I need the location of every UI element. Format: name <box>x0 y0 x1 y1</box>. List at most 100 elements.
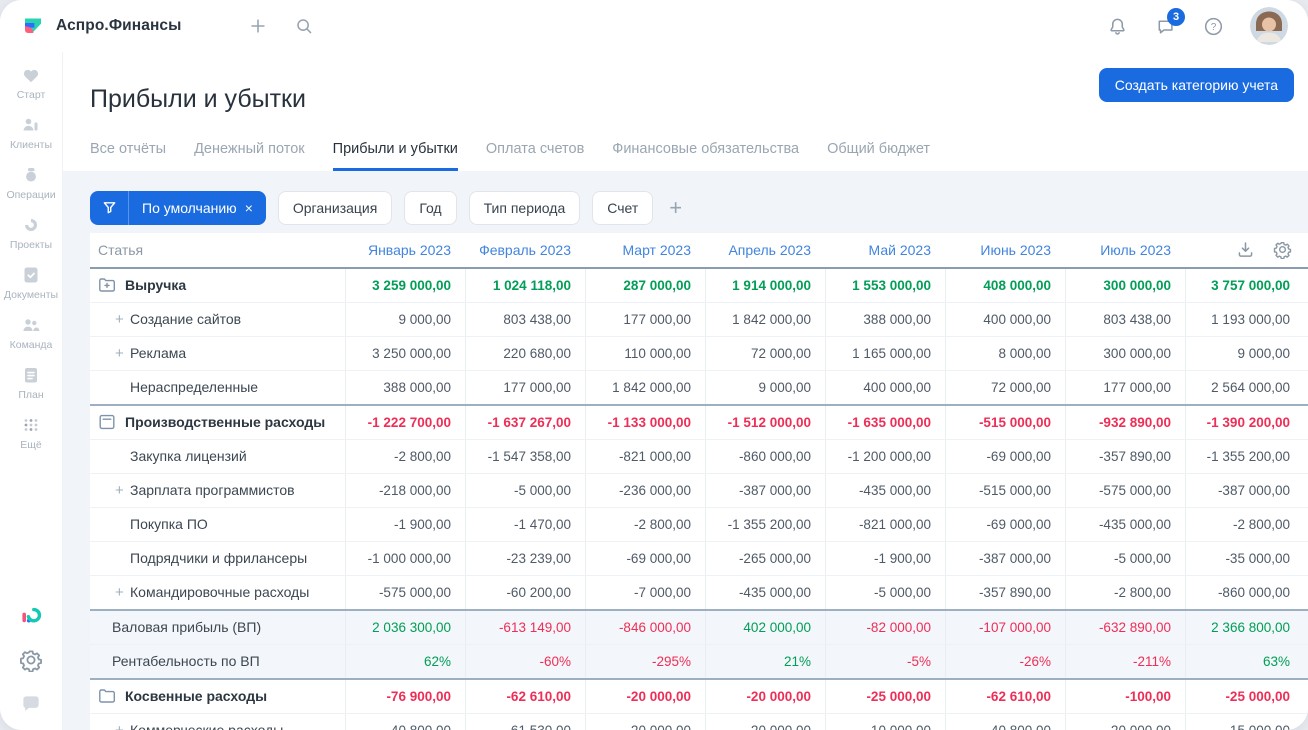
value-cell: -357 890,00 <box>1065 439 1185 473</box>
row-label-cell[interactable]: Покупка ПО <box>90 508 345 541</box>
row-label: Покупка ПО <box>130 516 208 532</box>
row-label-cell[interactable]: + Создание сайтов <box>90 303 345 336</box>
row-label-cell[interactable]: Закупка лицензий <box>90 440 345 473</box>
row-label-cell[interactable]: + Зарплата программистов <box>90 474 345 507</box>
expand-icon[interactable]: + <box>115 722 124 730</box>
row-label-cell[interactable]: Рентабельность по ВП <box>90 645 345 678</box>
add-filter-icon[interactable]: + <box>669 196 682 219</box>
value-cell: -211% <box>1065 644 1185 678</box>
sidebar-item-clients[interactable]: Клиенты <box>0 114 62 151</box>
sidebar-item-plan[interactable]: План <box>0 364 62 401</box>
row-label: Рентабельность по ВП <box>112 653 260 669</box>
value-cell: -1 900,00 <box>825 541 945 575</box>
table-row[interactable]: Нераспределенные 388 000,00 177 000,00 1 8… <box>90 369 1308 404</box>
gear-icon[interactable] <box>19 648 43 672</box>
value-cell: -846 000,00 <box>585 610 705 644</box>
app-brand[interactable]: Аспро.Финансы <box>20 13 181 39</box>
value-cell: -1 000 000,00 <box>345 541 465 575</box>
sidebar-item-projects[interactable]: Проекты <box>0 214 62 251</box>
table-row[interactable]: + Зарплата программистов -218 000,00 -5 0… <box>90 472 1308 507</box>
row-label-cell[interactable]: Производственные расходы <box>90 406 345 439</box>
table-row[interactable]: Закупка лицензий -2 800,00 -1 547 358,00-… <box>90 438 1308 473</box>
row-label-cell[interactable]: + Реклама <box>90 337 345 370</box>
tab-4[interactable]: Финансовые обязательства <box>612 141 799 171</box>
sidebar-item-documents[interactable]: Документы <box>0 264 62 301</box>
sidebar-item-more[interactable]: Ещё <box>0 414 62 451</box>
column-header-article: Статья <box>98 241 144 258</box>
row-label-cell[interactable]: Валовая прибыль (ВП) <box>90 611 345 644</box>
expand-icon[interactable]: + <box>115 482 124 499</box>
person-chart-icon <box>20 114 42 136</box>
user-avatar[interactable] <box>1250 7 1288 45</box>
chat-bubble-icon[interactable] <box>19 692 43 716</box>
value-cell: -35 000,00 <box>1185 541 1308 575</box>
value-cell: 1 165 000,00 <box>825 336 945 370</box>
tab-5[interactable]: Общий бюджет <box>827 141 930 171</box>
row-label: Производственные расходы <box>125 414 326 430</box>
row-label-cell[interactable]: Подрядчики и фрилансеры <box>90 542 345 575</box>
table-row[interactable]: + Реклама 3 250 000,00 220 680,00 110 000,… <box>90 335 1308 370</box>
filter-chip[interactable]: Счет <box>592 190 654 225</box>
table-row[interactable]: Производственные расходы -1 222 700,00 -1… <box>90 403 1308 439</box>
sidebar-bottom <box>19 604 43 716</box>
tab-1[interactable]: Денежный поток <box>194 141 305 171</box>
value-cell: -5 000,00 <box>825 575 945 609</box>
notifications-bell-icon[interactable] <box>1106 15 1128 37</box>
value-cell: -613 149,00 <box>465 610 585 644</box>
filter-chip[interactable]: Организация <box>277 190 393 225</box>
row-label-cell[interactable]: Нераспределенные <box>90 371 345 404</box>
folder-plus-icon <box>97 275 117 295</box>
help-icon[interactable]: ? <box>1202 15 1224 37</box>
sidebar-item-start[interactable]: Старт <box>0 64 62 101</box>
row-label-cell[interactable]: + Командировочные расходы <box>90 576 345 609</box>
table-row[interactable]: Валовая прибыль (ВП) 2 036 300,00 -613 14… <box>90 608 1308 644</box>
active-filter-chip[interactable]: По умолчанию × <box>90 190 266 225</box>
download-icon[interactable] <box>1236 240 1255 259</box>
filter-chip[interactable]: Год <box>404 190 457 225</box>
value-cell: 1 193 000,00 <box>1185 302 1308 336</box>
table-row[interactable]: Покупка ПО -1 900,00 -1 470,00 -2 800,00 -1… <box>90 506 1308 541</box>
sidebar-item-operations[interactable]: Операции <box>0 164 62 201</box>
expand-icon[interactable]: + <box>115 345 124 362</box>
table-row[interactable]: + Создание сайтов 9 000,00 803 438,00 177 … <box>90 301 1308 336</box>
table-row[interactable]: + Командировочные расходы -575 000,00 -60… <box>90 574 1308 609</box>
aspro-mark-icon[interactable] <box>19 604 43 628</box>
clipboard-icon <box>20 364 42 386</box>
value-cell: -62 610,00 <box>465 679 585 713</box>
tab-2[interactable]: Прибыли и убытки <box>332 141 458 171</box>
row-label-cell[interactable]: Косвенные расходы <box>90 680 345 713</box>
value-cell: -5% <box>825 644 945 678</box>
month-column-header: Январь 2023 <box>367 241 451 258</box>
tab-3[interactable]: Оплата счетов <box>486 141 584 171</box>
table-row[interactable]: + Коммерческие расходы -40 800,00 -61 530… <box>90 712 1308 730</box>
table-row[interactable]: Косвенные расходы -76 900,00 -62 610,00 -2… <box>90 677 1308 713</box>
expand-icon[interactable]: + <box>115 584 124 601</box>
row-label: Подрядчики и фрилансеры <box>130 550 308 566</box>
table-settings-icon[interactable] <box>1273 240 1292 259</box>
value-cell: 1 842 000,00 <box>705 302 825 336</box>
expand-icon[interactable]: + <box>115 311 124 328</box>
tab-0[interactable]: Все отчёты <box>90 141 166 171</box>
add-icon[interactable] <box>247 15 269 37</box>
messages-icon[interactable]: 3 <box>1154 8 1185 37</box>
create-category-button[interactable]: Создать категорию учета <box>1098 68 1294 102</box>
search-icon[interactable] <box>293 15 315 37</box>
topbar: Аспро.Финансы 3 ? <box>0 0 1308 52</box>
value-cell: 2 564 000,00 <box>1185 370 1308 404</box>
table-body: Выручка 3 259 000,00 1 024 118,00 287 000,… <box>90 268 1308 730</box>
table-row[interactable]: Подрядчики и фрилансеры -1 000 000,00 -23… <box>90 540 1308 575</box>
donut-icon <box>20 214 42 236</box>
messages-badge: 3 <box>1167 8 1185 26</box>
value-cell: -23 239,00 <box>465 541 585 575</box>
app-logo-icon <box>25 18 41 33</box>
filter-chip[interactable]: Тип периода <box>468 190 581 225</box>
row-label-cell[interactable]: Выручка <box>90 269 345 302</box>
sidebar-item-team[interactable]: Команда <box>0 314 62 351</box>
value-cell: -82 000,00 <box>825 610 945 644</box>
clear-filter-icon[interactable]: × <box>245 200 253 216</box>
table-row[interactable]: Рентабельность по ВП 62% -60% -295% 21% -5% -… <box>90 643 1308 678</box>
table-row[interactable]: Выручка 3 259 000,00 1 024 118,00 287 000,… <box>90 268 1308 302</box>
row-label-cell[interactable]: + Коммерческие расходы <box>90 714 345 730</box>
value-cell: -1 133 000,00 <box>585 405 705 439</box>
value-cell: 300 000,00 <box>1065 268 1185 302</box>
